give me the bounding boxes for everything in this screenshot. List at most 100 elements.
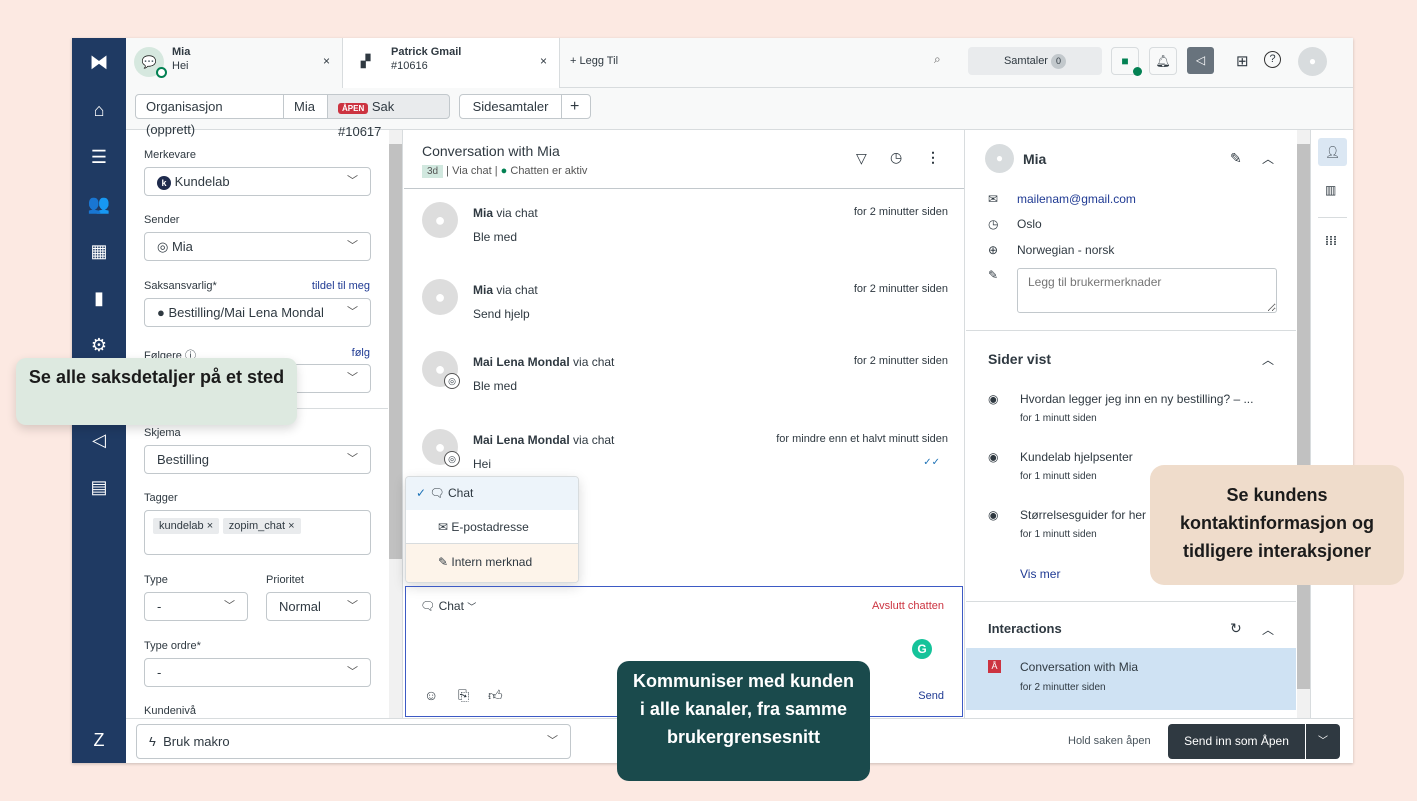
admin-gear-icon[interactable]: ⚙ [87, 333, 111, 357]
menu-item-label: Intern merknad [451, 555, 533, 569]
remove-tag-icon[interactable]: × [207, 520, 213, 532]
customer-email[interactable]: mailenam@gmail.com [1017, 192, 1136, 206]
home-icon[interactable]: ⌂ [87, 98, 111, 122]
divider [966, 330, 1296, 331]
author-name: Mai Lena Mondal [473, 433, 570, 447]
collapse-chevron-icon[interactable]: ︿ [1262, 351, 1274, 368]
notifications-bell-icon[interactable]: 🔔︎ [1149, 47, 1177, 75]
type-label: Type [144, 574, 168, 586]
ticket-breadcrumb[interactable]: ÅPEN Sak #10617 [327, 94, 450, 139]
author-name: Mai Lena Mondal [473, 355, 570, 369]
tab-patrick[interactable]: ▞ Patrick Gmail #10616 × [342, 38, 560, 89]
close-icon[interactable]: × [323, 54, 330, 68]
menu-item-chat[interactable]: ✓ 🗨︎ Chat [406, 477, 578, 510]
emoji-icon[interactable]: ☺ [424, 687, 438, 703]
author-name: Mia [473, 283, 494, 297]
online-dot-icon [1133, 67, 1142, 76]
zendesk-logo-icon[interactable]: ⧓ [87, 50, 111, 74]
page-viewed-title[interactable]: Kundelab hjelpsenter [1020, 450, 1280, 464]
page-viewed-time: for 1 minutt siden [1020, 413, 1097, 424]
collapse-chevron-icon[interactable]: ︿ [1262, 150, 1274, 167]
message-time: for 2 minutter siden [853, 283, 948, 295]
user-notes-input[interactable] [1017, 268, 1277, 313]
forms-icon[interactable]: ▤ [87, 475, 111, 499]
tags-input[interactable]: kundelab × zopim_chat × [144, 510, 371, 555]
close-icon[interactable]: × [540, 54, 547, 68]
order-type-select[interactable]: - ﹀ [144, 658, 371, 687]
views-icon[interactable]: ☰ [87, 145, 111, 169]
search-icon[interactable]: ⌕ [934, 52, 941, 67]
filter-icon[interactable]: ▽ [856, 150, 867, 167]
collapse-chevron-icon[interactable]: ︿ [1262, 621, 1274, 638]
user-icon: ◎ [157, 239, 169, 254]
add-side-conversation-button[interactable]: + [561, 94, 591, 119]
author-channel: via chat [573, 355, 615, 369]
context-rail: 👤︎ ▥ ⁞⁞⁞ [1310, 130, 1353, 718]
divider [966, 601, 1296, 602]
conversations-button[interactable]: Samtaler 0 [968, 47, 1102, 75]
order-type-value: - [157, 665, 162, 680]
send-button[interactable]: Send [918, 690, 944, 702]
message-text: Ble med [473, 230, 518, 244]
user-breadcrumb[interactable]: Mia [283, 94, 328, 119]
tag[interactable]: zopim_chat × [222, 518, 301, 534]
scrollbar[interactable] [1297, 130, 1310, 718]
interaction-title: Conversation with Mia [1020, 660, 1139, 674]
organizations-icon[interactable]: ▦ [87, 239, 111, 263]
reporting-icon[interactable]: ▮ [87, 286, 111, 310]
grammarly-icon[interactable]: G [912, 639, 932, 659]
knowledge-book-icon[interactable]: ▥ [1325, 183, 1336, 197]
history-icon[interactable]: ◷ [890, 149, 902, 166]
add-tab-button[interactable]: + Legg Til [570, 55, 618, 67]
more-options-icon[interactable]: ⋮ [926, 149, 940, 166]
eye-icon: ◉ [988, 450, 999, 464]
show-more-link[interactable]: Vis mer [1020, 567, 1060, 581]
interaction-item[interactable]: Å Conversation with Mia for 2 minutter s… [966, 648, 1296, 710]
app-icon[interactable]: ◁ [1187, 47, 1214, 74]
products-grid-icon[interactable]: ⊞ [1236, 52, 1249, 70]
sender-select[interactable]: ◎ Mia ﹀ [144, 232, 371, 261]
menu-item-email[interactable]: ✉ E-postadresse [406, 510, 578, 544]
hold-ticket-open-button[interactable]: Hold saken åpen [1068, 735, 1151, 747]
tab-mia[interactable]: 💬 Mia Hei × [126, 38, 342, 88]
channel-switcher[interactable]: 🗨︎ Chat ﹀ [420, 599, 476, 613]
submit-as-open-button[interactable]: Send inn som Åpen [1168, 724, 1305, 759]
side-conversations-button[interactable]: Sidesamtaler [459, 94, 562, 119]
bell-app-icon[interactable]: ◁ [87, 428, 111, 452]
brand-label: Merkevare [144, 149, 196, 161]
author-channel: via chat [496, 206, 538, 220]
zendesk-z-icon[interactable]: Z [87, 728, 111, 752]
thumbs-up-icon[interactable]: 👍︎ [488, 687, 503, 704]
author-channel: via chat [573, 433, 615, 447]
attachment-icon[interactable]: ⎘ [458, 687, 469, 704]
menu-item-internal-note[interactable]: ✎ Intern merknad [406, 544, 578, 582]
form-select[interactable]: Bestilling ﹀ [144, 445, 371, 474]
type-select[interactable]: - ﹀ [144, 592, 248, 621]
end-chat-button[interactable]: Avslutt chatten [872, 600, 944, 612]
customer-context-icon[interactable]: 👤︎ [1318, 138, 1347, 166]
customer-level-label: Kundenivå [144, 705, 196, 717]
ticket-icon: Å [988, 660, 1001, 673]
remove-tag-icon[interactable]: × [288, 520, 294, 532]
help-icon[interactable]: ? [1264, 51, 1281, 68]
page-viewed-title[interactable]: Hvordan legger jeg inn en ny bestilling?… [1020, 392, 1280, 406]
user-avatar[interactable]: ● [1298, 47, 1327, 76]
submit-options-chevron-icon[interactable]: ﹀ [1306, 724, 1340, 759]
apply-macro-select[interactable]: ϟ Bruk makro ﹀ [136, 724, 571, 759]
priority-select[interactable]: Normal ﹀ [266, 592, 371, 621]
edit-pencil-icon[interactable]: ✎ [1230, 150, 1242, 167]
refresh-icon[interactable]: ↻ [1230, 620, 1242, 637]
tab-subtitle: #10616 [391, 60, 428, 72]
tab-title: Mia [172, 46, 191, 58]
assign-to-me-link[interactable]: tildel til meg [312, 280, 370, 292]
apps-grid-icon[interactable]: ⁞⁞⁞ [1325, 234, 1337, 248]
brand-select[interactable]: k Kundelab ﹀ [144, 167, 371, 196]
scrollbar[interactable] [389, 130, 402, 718]
interaction-time: for 2 minutter siden [1020, 682, 1106, 693]
customers-icon[interactable]: 👥 [87, 192, 111, 216]
assignee-select[interactable]: ● Bestilling/Mai Lena Mondal ﹀ [144, 298, 371, 327]
org-breadcrumb[interactable]: Organisasjon (opprett) [135, 94, 284, 137]
tag[interactable]: kundelab × [153, 518, 220, 534]
conversation-meta: 3d | Via chat | ● Chatten er aktiv [422, 165, 587, 178]
follow-link[interactable]: følg [352, 347, 370, 359]
